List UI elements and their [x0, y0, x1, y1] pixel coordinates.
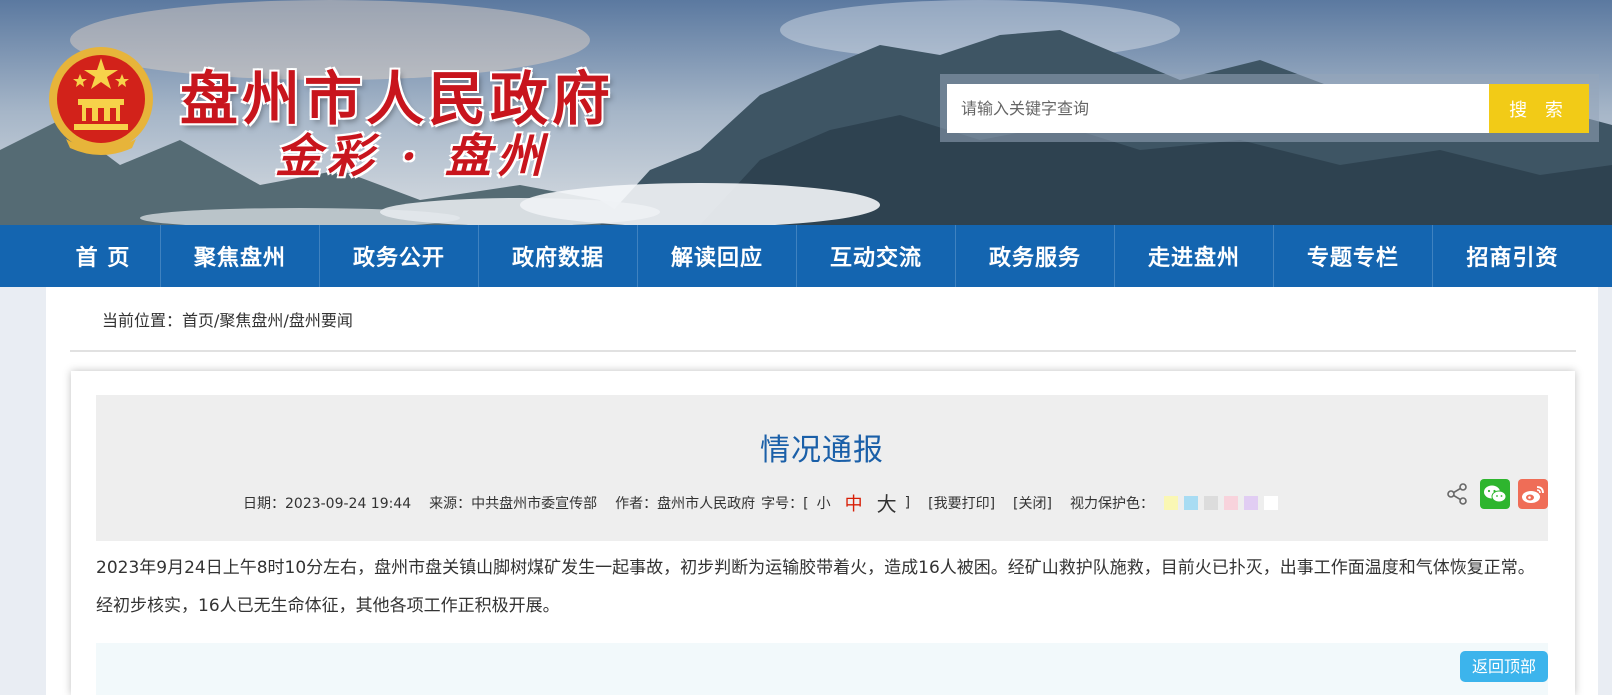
share-icons — [1446, 479, 1548, 509]
main-nav: 首 页 聚焦盘州 政务公开 政府数据 解读回应 互动交流 政务服务 走进盘州 专… — [0, 225, 1612, 287]
nav-item-interpretation[interactable]: 解读回应 — [638, 225, 797, 287]
eye-color-swatch-blue[interactable] — [1183, 495, 1198, 510]
breadcrumb-home[interactable]: 首页 — [182, 311, 214, 330]
eye-color-label: 视力保护色： — [1069, 495, 1154, 512]
font-size-label: 字号：[ — [761, 495, 809, 512]
font-size-small[interactable]: 小 — [817, 493, 831, 513]
eye-color-swatch-gray[interactable] — [1203, 495, 1218, 510]
article-author: 作者：盘州市人民政府 — [615, 495, 756, 512]
nav-item-focus[interactable]: 聚焦盘州 — [161, 225, 320, 287]
search-bar: 搜 索 — [940, 74, 1599, 142]
search-button[interactable]: 搜 索 — [1489, 84, 1589, 133]
article-date: 日期：2023-09-24 19:44 — [243, 495, 412, 512]
back-to-top-button[interactable]: 返回顶部 — [1459, 651, 1548, 682]
wechat-icon[interactable] — [1480, 479, 1510, 509]
nav-item-special-topics[interactable]: 专题专栏 — [1274, 225, 1433, 287]
print-link[interactable]: [我要打印] — [928, 493, 995, 513]
article-footer: 返回顶部 — [96, 643, 1548, 695]
national-emblem-icon — [49, 47, 153, 155]
eye-color-swatch-purple[interactable] — [1243, 495, 1258, 510]
share-icon[interactable] — [1446, 483, 1468, 505]
eye-color-swatch-pink[interactable] — [1223, 495, 1238, 510]
article-source: 来源：中共盘州市委宣传部 — [429, 495, 598, 512]
nav-item-government-data[interactable]: 政府数据 — [479, 225, 638, 287]
breadcrumb-focus[interactable]: 聚焦盘州 — [219, 311, 283, 330]
header-banner: 盘州市人民政府 金彩 · 盘州 搜 索 — [0, 0, 1612, 225]
breadcrumb: 当前位置：首页/聚焦盘州/盘州要闻 — [102, 307, 353, 331]
article-card: 情况通报 日期：2023-09-24 19:44 来源：中共盘州市委宣传部 作者… — [71, 371, 1575, 695]
breadcrumb-news[interactable]: 盘州要闻 — [289, 311, 353, 330]
page-content: 当前位置：首页/聚焦盘州/盘州要闻 情况通报 日期：2023-09-24 19:… — [46, 287, 1598, 695]
eye-color-swatch-yellow[interactable] — [1163, 495, 1178, 510]
weibo-icon[interactable] — [1518, 479, 1548, 509]
close-link[interactable]: [关闭] — [1013, 493, 1052, 513]
eye-color-swatch-white[interactable] — [1263, 495, 1278, 510]
article-header: 情况通报 日期：2023-09-24 19:44 来源：中共盘州市委宣传部 作者… — [96, 395, 1548, 541]
site-slogan: 金彩 · 盘州 — [275, 129, 550, 183]
article-title: 情况通报 — [760, 433, 884, 468]
article-body: 2023年9月24日上午8时10分左右，盘州市盘关镇山脚树煤矿发生一起事故，初步… — [96, 558, 1535, 616]
nav-item-services[interactable]: 政务服务 — [956, 225, 1115, 287]
breadcrumb-divider — [70, 350, 1576, 352]
nav-item-investment[interactable]: 招商引资 — [1433, 225, 1592, 287]
nav-item-interaction[interactable]: 互动交流 — [797, 225, 956, 287]
nav-item-about-panzhou[interactable]: 走进盘州 — [1115, 225, 1274, 287]
font-size-medium[interactable]: 中 — [845, 490, 863, 516]
article-meta: 日期：2023-09-24 19:44 来源：中共盘州市委宣传部 作者：盘州市人… — [243, 488, 1284, 517]
breadcrumb-prefix: 当前位置： — [102, 311, 183, 330]
nav-item-government-affairs[interactable]: 政务公开 — [320, 225, 479, 287]
nav-item-home[interactable]: 首 页 — [46, 225, 161, 287]
font-size-close-bracket: ] — [904, 494, 911, 511]
font-size-large[interactable]: 大 — [877, 488, 897, 517]
search-input[interactable] — [947, 84, 1489, 133]
